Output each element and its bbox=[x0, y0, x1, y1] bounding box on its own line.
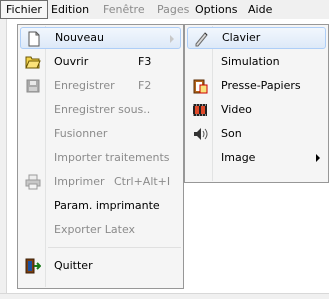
menu-item-exporter-latex[interactable]: Exporter Latex bbox=[20, 219, 181, 241]
menu-item-imprimer[interactable]: Imprimer Ctrl+Alt+I bbox=[20, 171, 181, 193]
menu-fenetre[interactable]: Fenêtre bbox=[98, 0, 150, 19]
menu-item-importer-traitements[interactable]: Importer traitements bbox=[20, 147, 181, 169]
menu-item-label: Exporter Latex bbox=[54, 223, 136, 236]
menu-item-label: Param. imprimante bbox=[54, 199, 160, 212]
menu-item-enregistrer-sous[interactable]: Enregistrer sous.. bbox=[20, 99, 181, 121]
menu-item-label: Presse-Papiers bbox=[221, 79, 301, 92]
menu-item-label: Ouvrir bbox=[54, 55, 89, 68]
nouveau-submenu: Clavier Simulation Presse-Papiers Video … bbox=[184, 24, 329, 183]
exit-door-icon bbox=[25, 258, 42, 274]
file-menu: Nouveau Ouvrir F3 Enregistrer F2 Enregis… bbox=[17, 24, 184, 289]
menu-fichier[interactable]: Fichier bbox=[0, 0, 48, 19]
menu-item-label: Image bbox=[221, 151, 256, 164]
menu-item-ouvrir[interactable]: Ouvrir F3 bbox=[20, 51, 181, 73]
menu-bar: Fichier Edition Fenêtre Pages Options Ai… bbox=[0, 0, 329, 19]
menu-item-label: Quitter bbox=[54, 259, 93, 272]
new-document-icon bbox=[26, 31, 42, 47]
submenu-item-image[interactable]: Image bbox=[187, 147, 326, 169]
menu-item-label: Importer traitements bbox=[54, 151, 170, 164]
submenu-item-simulation[interactable]: Simulation bbox=[187, 51, 326, 73]
menu-item-label: Simulation bbox=[221, 55, 280, 68]
keyboard-pen-icon bbox=[193, 31, 209, 47]
submenu-item-presse-papiers[interactable]: Presse-Papiers bbox=[187, 75, 326, 97]
menu-item-label: Nouveau bbox=[55, 31, 104, 44]
menu-item-shortcut: Ctrl+Alt+I bbox=[114, 175, 171, 188]
menu-options[interactable]: Options bbox=[190, 0, 242, 19]
menu-item-nouveau[interactable]: Nouveau bbox=[20, 27, 181, 49]
menu-separator bbox=[48, 247, 181, 248]
menu-pages[interactable]: Pages bbox=[152, 0, 194, 19]
video-icon bbox=[192, 102, 208, 118]
menu-item-param-imprimante[interactable]: Param. imprimante bbox=[20, 195, 181, 217]
menu-item-quitter[interactable]: Quitter bbox=[20, 255, 181, 277]
speaker-icon bbox=[192, 126, 208, 142]
submenu-item-video[interactable]: Video bbox=[187, 99, 326, 121]
menu-item-label: Video bbox=[221, 103, 252, 116]
clipboard-icon bbox=[192, 78, 208, 94]
printer-icon bbox=[25, 174, 41, 190]
submenu-arrow-icon bbox=[316, 154, 320, 162]
menu-item-fusionner[interactable]: Fusionner bbox=[20, 123, 181, 145]
menu-aide[interactable]: Aide bbox=[243, 0, 277, 19]
submenu-item-son[interactable]: Son bbox=[187, 123, 326, 145]
menu-item-label: Enregistrer sous.. bbox=[54, 103, 151, 116]
menu-item-label: Fusionner bbox=[54, 127, 108, 140]
menu-item-label: Clavier bbox=[222, 31, 261, 44]
menu-edition[interactable]: Edition bbox=[46, 0, 94, 19]
menu-item-label: Enregistrer bbox=[54, 79, 115, 92]
menu-item-shortcut: F3 bbox=[138, 55, 152, 68]
open-folder-icon bbox=[25, 54, 41, 70]
window-left-edge bbox=[0, 19, 7, 298]
menu-item-enregistrer[interactable]: Enregistrer F2 bbox=[20, 75, 181, 97]
submenu-arrow-icon bbox=[170, 35, 174, 43]
save-disk-icon bbox=[25, 78, 41, 94]
menu-item-label: Imprimer bbox=[54, 175, 105, 188]
submenu-item-clavier[interactable]: Clavier bbox=[187, 27, 326, 49]
menu-item-shortcut: F2 bbox=[138, 79, 152, 92]
menu-item-label: Son bbox=[221, 127, 242, 140]
window-bottom-edge bbox=[0, 293, 329, 299]
